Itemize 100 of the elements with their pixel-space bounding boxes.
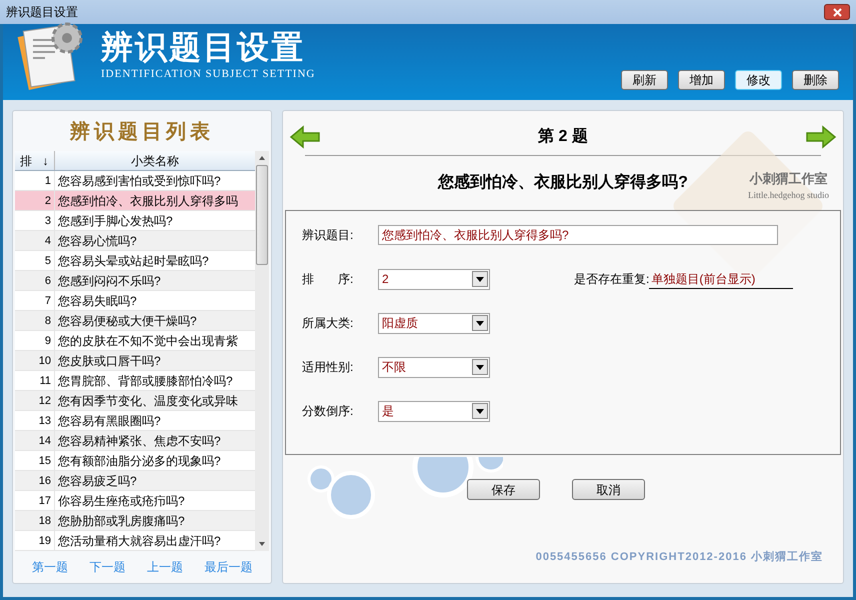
row-number: 13 xyxy=(15,411,55,430)
question-title: 您感到怕冷、衣服比别人穿得多吗? xyxy=(438,172,688,193)
toolbar-button[interactable]: 删除 xyxy=(792,70,839,90)
table-row[interactable]: 15 您有额部油脂分泌多的现象吗? xyxy=(15,451,255,471)
row-number: 11 xyxy=(15,371,55,390)
table-row[interactable]: 4 您容易心慌吗? xyxy=(15,231,255,251)
field-label: 所属大类: xyxy=(301,315,354,332)
copyright-text: 0055455656 COPYRIGHT2012-2016 小刺猬工作室 xyxy=(536,550,823,564)
table-cell-text: 您容易心慌吗? xyxy=(57,233,138,250)
dropdown[interactable]: 不限 xyxy=(378,356,490,378)
table-row[interactable]: 17 你容易生痤疮或疮疖吗? xyxy=(15,491,255,511)
row-number: 4 xyxy=(15,231,55,250)
nav-link[interactable]: 第一题 xyxy=(32,558,68,576)
dropdown[interactable]: 是 xyxy=(378,400,490,422)
toolbar-button[interactable]: 修改 xyxy=(735,70,782,90)
left-arrow-icon[interactable] xyxy=(289,125,321,149)
table-cell-text: 你容易生痤疮或疮疖吗? xyxy=(57,493,186,510)
column-header[interactable]: 排 xyxy=(15,151,37,170)
row-number: 7 xyxy=(15,291,55,310)
toolbar-button[interactable]: 刷新 xyxy=(621,70,668,90)
row-number: 17 xyxy=(15,491,55,510)
table-row[interactable]: 2 您感到怕冷、衣服比别人穿得多吗 xyxy=(15,191,255,211)
table-cell-text: 您容易精神紧张、焦虑不安吗? xyxy=(57,433,222,450)
dropdown-caret-icon xyxy=(472,271,488,287)
table-cell-text: 您的皮肤在不知不觉中会出现青紫 xyxy=(57,333,239,350)
table-row[interactable]: 14 您容易精神紧张、焦虑不安吗? xyxy=(15,431,255,451)
row-number: 1 xyxy=(15,171,55,190)
table-row[interactable]: 9 您的皮肤在不知不觉中会出现青紫 xyxy=(15,331,255,351)
table-row[interactable]: 11 您胃脘部、背部或腰膝部怕冷吗? xyxy=(15,371,255,391)
close-button[interactable] xyxy=(824,4,850,20)
dropdown[interactable]: 阳虚质 xyxy=(378,312,490,334)
cancel-button[interactable]: 取消 xyxy=(572,479,645,500)
row-number: 19 xyxy=(15,531,55,550)
toolbar-button[interactable]: 增加 xyxy=(678,70,725,90)
table-cell-text: 您活动量稍大就容易出虚汗吗? xyxy=(57,533,222,550)
table-row[interactable]: 18 您胁肋部或乳房腹痛吗? xyxy=(15,511,255,531)
logo-text: 小刺猬工作室 xyxy=(750,170,828,188)
dropdown-caret-icon xyxy=(472,359,488,375)
table-row[interactable]: 7 您容易失眠吗? xyxy=(15,291,255,311)
table-row[interactable]: 1 您容易感到害怕或受到惊吓吗? xyxy=(15,171,255,191)
field-label: 辨识题目: xyxy=(301,227,354,244)
row-number: 9 xyxy=(15,331,55,350)
table-row[interactable]: 8 您容易便秘或大便干燥吗? xyxy=(15,311,255,331)
table-row[interactable]: 16 您容易疲乏吗? xyxy=(15,471,255,491)
field-label: 是否存在重复: xyxy=(574,271,650,288)
row-number: 10 xyxy=(15,351,55,370)
table-cell-text: 您胁肋部或乳房腹痛吗? xyxy=(57,513,186,530)
table-cell-text: 您容易感到害怕或受到惊吓吗? xyxy=(57,173,222,190)
row-number: 8 xyxy=(15,311,55,330)
table-row[interactable]: 10 您皮肤或口唇干吗? xyxy=(15,351,255,371)
table-cell-text: 您有额部油脂分泌多的现象吗? xyxy=(57,453,222,470)
nav-link[interactable]: 下一题 xyxy=(89,558,126,576)
banner-title: 辨识题目设置 xyxy=(101,28,306,66)
panel-title: 辨识题目列表 xyxy=(70,118,214,145)
nav-link[interactable]: 最后一题 xyxy=(204,558,252,576)
scroll-thumb[interactable] xyxy=(256,165,268,265)
table-row[interactable]: 6 您感到闷闷不乐吗? xyxy=(15,271,255,291)
row-number: 14 xyxy=(15,431,55,450)
field-label: 排 序: xyxy=(301,271,354,288)
table-cell-text: 您容易有黑眼圈吗? xyxy=(57,413,162,430)
scrollbar[interactable] xyxy=(255,151,269,551)
sort-arrow-header[interactable]: ↓ xyxy=(37,151,55,170)
row-number: 2 xyxy=(15,191,55,210)
table-row[interactable]: 12 您有因季节变化、温度变化或异味 xyxy=(15,391,255,411)
save-button[interactable]: 保存 xyxy=(467,479,540,500)
table-row[interactable]: 5 您容易头晕或站起时晕眩吗? xyxy=(15,251,255,271)
row-number: 12 xyxy=(15,391,55,410)
dropdown-caret-icon xyxy=(472,403,488,419)
table-cell-text: 您容易头晕或站起时晕眩吗? xyxy=(57,253,210,270)
row-number: 3 xyxy=(15,211,55,230)
table-cell-text: 您感到闷闷不乐吗? xyxy=(57,273,162,290)
window-title: 辨识题目设置 xyxy=(6,4,78,21)
table-row[interactable]: 13 您容易有黑眼圈吗? xyxy=(15,411,255,431)
duplicate-value: 单独题目(前台显示) xyxy=(649,270,794,288)
right-arrow-icon[interactable] xyxy=(804,125,837,149)
table-cell-text: 您容易失眠吗? xyxy=(57,293,138,310)
table-cell-text: 您皮肤或口唇干吗? xyxy=(57,353,162,370)
nav-link[interactable]: 上一题 xyxy=(146,558,183,576)
table-row[interactable]: 19 您活动量稍大就容易出虚汗吗? xyxy=(15,531,255,551)
table-cell-text: 您胃脘部、背部或腰膝部怕冷吗? xyxy=(57,373,234,390)
input-field[interactable]: 您感到怕冷、衣服比别人穿得多吗? xyxy=(378,225,778,245)
table-cell-text: 您容易疲乏吗? xyxy=(57,473,138,490)
table-row[interactable]: 3 您感到手脚心发热吗? xyxy=(15,211,255,231)
table-cell-text: 您容易便秘或大便干燥吗? xyxy=(57,313,198,330)
row-number: 16 xyxy=(15,471,55,490)
table-cell-text: 您感到怕冷、衣服比别人穿得多吗 xyxy=(57,193,239,210)
close-icon xyxy=(832,8,842,16)
banner-subtitle: IDENTIFICATION SUBJECT SETTING xyxy=(101,66,316,82)
row-number: 5 xyxy=(15,251,55,270)
row-number: 18 xyxy=(15,511,55,530)
table-cell-text: 您有因季节变化、温度变化或异味 xyxy=(57,393,239,410)
column-header[interactable]: 小类名称 xyxy=(55,151,255,170)
row-number: 15 xyxy=(15,451,55,470)
logo-subtext: Little.hedgehog studio xyxy=(748,188,829,202)
row-number: 6 xyxy=(15,271,55,290)
field-label: 适用性别: xyxy=(301,359,354,376)
field-label: 分数倒序: xyxy=(301,403,354,420)
table-cell-text: 您感到手脚心发热吗? xyxy=(57,213,174,230)
dropdown-caret-icon xyxy=(472,315,488,331)
dropdown[interactable]: 2 xyxy=(378,268,490,290)
